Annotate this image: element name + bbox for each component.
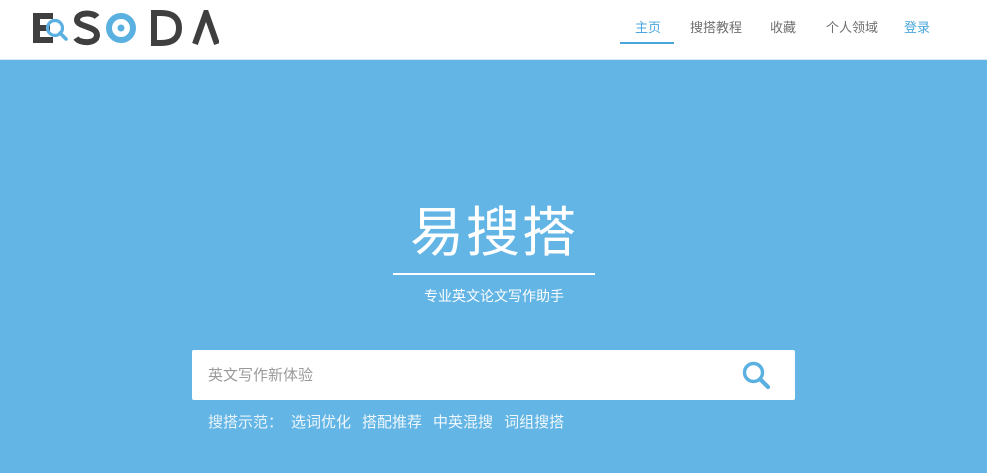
esoda-logo-mark [33,10,219,46]
page: 主页 搜搭教程 收藏 个人领域 登录 易搜搭 专业英文论文写作助手 搜搭示范： … [0,0,987,473]
hero-title: 易搜搭 [410,201,578,264]
nav-favorites[interactable]: 收藏 [770,20,796,38]
example-phrase-search[interactable]: 词组搜搭 [504,411,564,433]
top-header: 主页 搜搭教程 收藏 个人领域 登录 [0,0,987,60]
esoda-logo[interactable] [33,10,219,46]
nav-home[interactable]: 主页 [635,20,661,38]
hero-divider [393,273,595,275]
search-icon [742,361,771,390]
hero-subtitle: 专业英文论文写作助手 [424,289,564,305]
login-link[interactable]: 登录 [904,20,930,38]
example-mixed-search[interactable]: 中英混搜 [433,411,493,433]
search-examples: 搜搭示范： 选词优化 搭配推荐 中英混搜 词组搜搭 [208,411,575,433]
nav-active-underline [620,42,674,44]
search-input[interactable] [192,350,722,400]
nav-tutorial[interactable]: 搜搭教程 [690,20,742,38]
examples-label: 搜搭示范： [208,413,284,431]
search-button[interactable] [741,360,773,392]
search-box [192,350,795,400]
example-collocation[interactable]: 搭配推荐 [362,411,422,433]
example-word-optimization[interactable]: 选词优化 [291,411,351,433]
nav-personal[interactable]: 个人领域 [826,20,878,38]
